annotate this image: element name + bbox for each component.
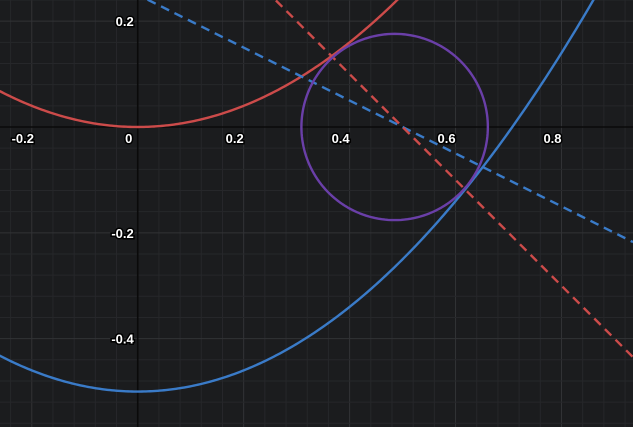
y-tick-label: -0.4 <box>111 332 134 347</box>
y-tick-label: -0.2 <box>111 226 133 241</box>
x-tick-label: 0 <box>125 131 132 146</box>
graph-canvas[interactable]: -0.2 0 0.2 0.4 0.6 0.8 0.2 -0.2 -0.4 <box>0 0 633 427</box>
x-tick-label: 0.6 <box>438 131 456 146</box>
x-tick-label: 0.8 <box>543 131 561 146</box>
x-tick-label: 0.2 <box>226 131 244 146</box>
y-tick-label: 0.2 <box>116 14 134 29</box>
x-tick-label: -0.2 <box>12 131 34 146</box>
x-tick-label: 0.4 <box>332 131 351 146</box>
